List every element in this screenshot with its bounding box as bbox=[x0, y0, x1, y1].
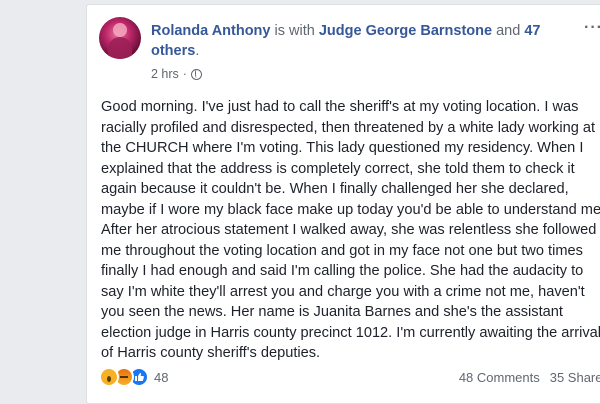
post-body: Good morning. I've just had to call the … bbox=[101, 99, 600, 361]
author-name[interactable]: Rolanda Anthony bbox=[151, 23, 270, 39]
and-text: and bbox=[496, 23, 521, 39]
shares-count[interactable]: 35 Shares bbox=[550, 370, 600, 385]
post-time[interactable]: 2 hrs bbox=[151, 67, 179, 81]
tagged-person[interactable]: Judge George Barnstone bbox=[319, 23, 492, 39]
reactions[interactable] bbox=[99, 367, 149, 387]
post-meta: 2 hrs · bbox=[151, 67, 202, 81]
post-footer: 48 48 Comments 35 Shares bbox=[99, 365, 600, 389]
comments-count[interactable]: 48 Comments bbox=[459, 370, 540, 385]
avatar[interactable] bbox=[99, 17, 141, 59]
avatar-head bbox=[113, 23, 127, 37]
globe-icon[interactable] bbox=[190, 68, 202, 80]
avatar-body bbox=[108, 37, 132, 59]
post-header: Rolanda Anthony is with Judge George Bar… bbox=[151, 21, 571, 61]
post-card: Rolanda Anthony is with Judge George Bar… bbox=[86, 4, 600, 404]
wow-icon bbox=[99, 367, 119, 387]
with-text: is with bbox=[274, 23, 315, 39]
engagement-stats: 48 Comments 35 Shares bbox=[459, 370, 600, 385]
period: . bbox=[195, 43, 200, 59]
reaction-count[interactable]: 48 bbox=[154, 370, 168, 385]
meta-separator: · bbox=[182, 67, 187, 81]
more-options-icon[interactable]: ··· bbox=[584, 19, 600, 37]
